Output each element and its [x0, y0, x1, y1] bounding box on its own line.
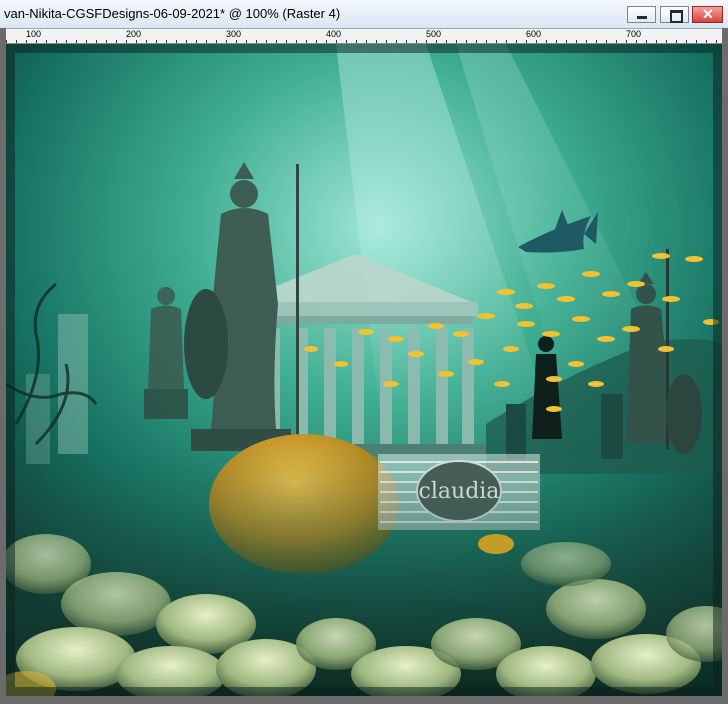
ruler-tick — [356, 40, 357, 43]
ruler-tick — [416, 40, 417, 43]
ruler-tick — [626, 40, 627, 43]
underwater-scene-image: claudia — [6, 44, 722, 696]
ruler-tick — [16, 40, 17, 43]
ruler-tick — [486, 40, 487, 43]
ruler-tick — [236, 40, 237, 43]
ruler-tick — [576, 40, 577, 43]
ruler-tick — [466, 40, 467, 43]
ruler-tick — [196, 40, 197, 43]
ruler-tick — [716, 40, 717, 43]
ruler-tick — [206, 40, 207, 43]
close-button[interactable]: ✕ — [692, 6, 723, 23]
image-canvas[interactable]: claudia — [6, 44, 722, 696]
ruler-tick — [596, 40, 597, 43]
ruler-tick — [56, 40, 57, 43]
ruler-label: 100 — [26, 29, 42, 39]
horizontal-ruler[interactable]: 100 200 300 400 500 600 700 — [6, 29, 722, 44]
ruler-tick — [6, 40, 7, 43]
ruler-tick — [96, 40, 97, 43]
ruler-tick — [426, 40, 427, 43]
ruler-tick — [116, 40, 117, 43]
ruler-tick — [276, 40, 277, 43]
ruler-tick — [36, 40, 37, 43]
ruler-tick — [396, 40, 397, 43]
ruler-tick — [446, 40, 447, 43]
ruler-label: 200 — [126, 29, 142, 39]
ruler-tick — [376, 40, 377, 43]
ruler-tick — [156, 40, 157, 43]
ruler-tick — [66, 40, 67, 43]
minimize-icon — [637, 16, 647, 19]
ruler-tick — [86, 40, 87, 43]
ruler-tick — [256, 40, 257, 43]
ruler-tick — [606, 40, 607, 43]
ruler-tick — [436, 40, 437, 43]
ruler-tick — [46, 40, 47, 43]
ruler-tick — [586, 40, 587, 43]
ruler-tick — [366, 40, 367, 43]
ruler-tick — [296, 40, 297, 43]
ruler-tick — [706, 40, 707, 43]
ruler-tick — [306, 40, 307, 43]
ruler-tick — [456, 40, 457, 43]
minimize-button[interactable] — [627, 6, 656, 23]
ruler-tick — [556, 40, 557, 43]
ruler-tick — [336, 40, 337, 43]
window-frame-bottom — [0, 696, 728, 704]
ruler-tick — [656, 40, 657, 43]
maximize-button[interactable] — [660, 6, 689, 23]
ruler-tick — [616, 40, 617, 43]
ruler-tick — [136, 40, 137, 43]
ruler-tick — [26, 40, 27, 43]
ruler-tick — [566, 40, 567, 43]
ruler-tick — [246, 40, 247, 43]
ruler-label: 700 — [626, 29, 642, 39]
ruler-tick — [536, 40, 537, 43]
ruler-tick — [146, 40, 147, 43]
ruler-tick — [686, 40, 687, 43]
ruler-tick — [546, 40, 547, 43]
ruler-tick — [476, 40, 477, 43]
ruler-tick — [166, 40, 167, 43]
ruler-tick — [126, 40, 127, 43]
ruler-tick — [496, 40, 497, 43]
ruler-tick — [326, 40, 327, 43]
ruler-tick — [386, 40, 387, 43]
ruler-label: 600 — [526, 29, 542, 39]
ruler-tick — [266, 40, 267, 43]
ruler-tick — [676, 40, 677, 43]
ruler-tick — [226, 40, 227, 43]
ruler-tick — [526, 40, 527, 43]
ruler-tick — [406, 40, 407, 43]
close-icon: ✕ — [702, 6, 714, 22]
ruler-label: 400 — [326, 29, 342, 39]
ruler-tick — [506, 40, 507, 43]
ruler-tick — [666, 40, 667, 43]
ruler-tick — [216, 40, 217, 43]
ruler-tick — [696, 40, 697, 43]
ruler-tick — [186, 40, 187, 43]
maximize-icon — [670, 10, 683, 23]
ruler-tick — [646, 40, 647, 43]
ruler-tick — [316, 40, 317, 43]
ruler-tick — [106, 40, 107, 43]
ruler-tick — [636, 40, 637, 43]
title-bar: van-Nikita-CGSFDesigns-06-09-2021* @ 100… — [0, 0, 728, 29]
ruler-tick — [286, 40, 287, 43]
ruler-tick — [346, 40, 347, 43]
ruler-tick — [76, 40, 77, 43]
ruler-tick — [516, 40, 517, 43]
ruler-tick — [176, 40, 177, 43]
window-title: van-Nikita-CGSFDesigns-06-09-2021* @ 100… — [4, 6, 341, 21]
window-frame-right — [722, 28, 728, 704]
ruler-label: 300 — [226, 29, 242, 39]
ruler-label: 500 — [426, 29, 442, 39]
